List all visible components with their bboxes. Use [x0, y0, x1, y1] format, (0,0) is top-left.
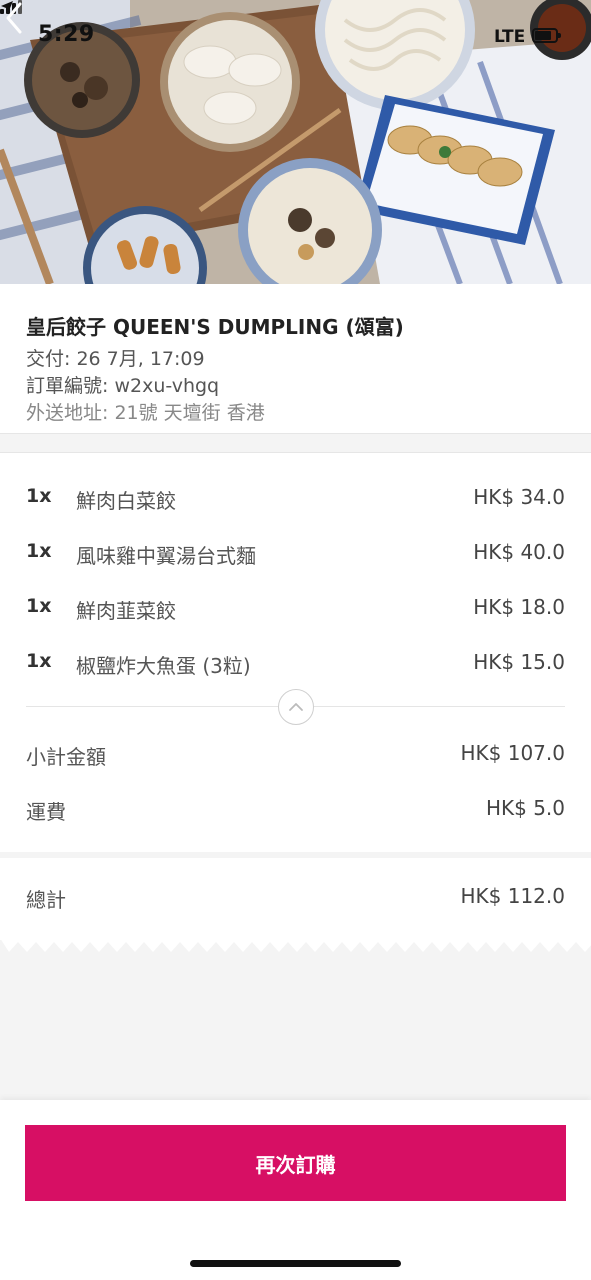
- subtotal-row: 小計金額 HK$ 107.0: [0, 733, 591, 773]
- total-label: 總計: [26, 888, 66, 912]
- status-bar: 5:29 LTE: [0, 0, 591, 70]
- order-item-row: 1x 鮮肉韮菜餃 HK$ 18.0: [0, 585, 591, 625]
- subtotal-value: HK$ 107.0: [460, 741, 566, 765]
- home-indicator: [190, 1260, 401, 1267]
- item-price: HK$ 34.0: [473, 485, 565, 509]
- receipt-zigzag-edge: [0, 938, 591, 952]
- item-price: HK$ 15.0: [473, 650, 565, 674]
- delivery-time: 交付: 26 7月, 17:09: [26, 348, 205, 370]
- delivery-address: 外送地址: 21號 天壇街 香港: [26, 402, 265, 424]
- order-number: 訂單編號: w2xu-vhgq: [26, 375, 220, 397]
- order-item-row: 1x 椒鹽炸大魚蛋 (3粒) HK$ 15.0: [0, 640, 591, 680]
- item-name: 椒鹽炸大魚蛋 (3粒): [76, 654, 251, 678]
- item-name: 鮮肉韮菜餃: [76, 599, 176, 623]
- network-type: LTE: [494, 27, 526, 47]
- item-quantity: 1x: [26, 595, 52, 617]
- total-row: 總計 HK$ 112.0: [0, 876, 591, 916]
- chevron-up-icon: [289, 703, 303, 711]
- total-value: HK$ 112.0: [460, 884, 566, 908]
- reorder-button[interactable]: 再次訂購: [25, 1125, 566, 1201]
- item-quantity: 1x: [26, 650, 52, 672]
- subtotal-label: 小計金額: [26, 745, 106, 769]
- order-info-card: 皇后餃子 QUEEN'S DUMPLING (頌富) 交付: 26 7月, 17…: [0, 284, 591, 434]
- item-name: 風味雞中翼湯台式麵: [76, 544, 256, 568]
- item-price: HK$ 18.0: [473, 595, 565, 619]
- item-name: 鮮肉白菜餃: [76, 489, 176, 513]
- status-time: 5:29: [38, 22, 95, 47]
- bottom-action-bar: 再次訂購: [0, 1100, 591, 1280]
- order-item-row: 1x 風味雞中翼湯台式麵 HK$ 40.0: [0, 530, 591, 570]
- order-items-card: 1x 鮮肉白菜餃 HK$ 34.0 1x 風味雞中翼湯台式麵 HK$ 40.0 …: [0, 452, 591, 852]
- delivery-fee-row: 運費 HK$ 5.0: [0, 788, 591, 828]
- restaurant-name: 皇后餃子 QUEEN'S DUMPLING (頌富): [26, 315, 404, 339]
- item-quantity: 1x: [26, 540, 52, 562]
- order-item-row: 1x 鮮肉白菜餃 HK$ 34.0: [0, 475, 591, 515]
- item-price: HK$ 40.0: [473, 540, 565, 564]
- item-quantity: 1x: [26, 485, 52, 507]
- total-card: 總計 HK$ 112.0: [0, 858, 591, 940]
- back-chevron-left-icon[interactable]: [0, 0, 30, 36]
- collapse-items-button[interactable]: [278, 689, 314, 725]
- restaurant-hero-image: 5:29 LTE: [0, 0, 591, 284]
- battery-icon: [532, 28, 561, 43]
- delivery-fee-label: 運費: [26, 800, 66, 824]
- delivery-fee-value: HK$ 5.0: [485, 796, 565, 820]
